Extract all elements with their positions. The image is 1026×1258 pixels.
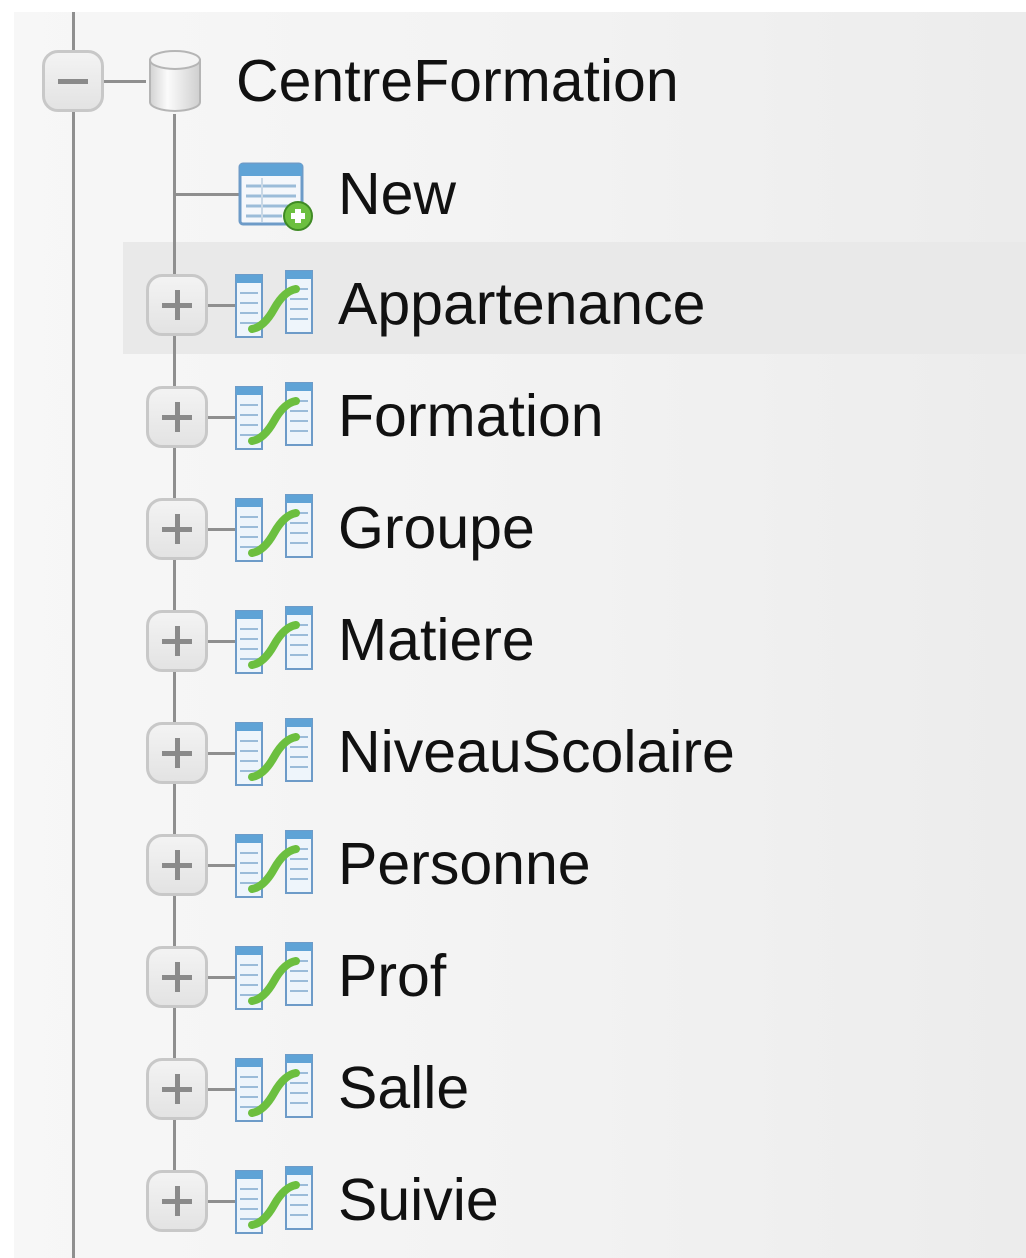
tree-connector — [208, 528, 236, 531]
plus-icon-vertical — [175, 738, 180, 768]
plus-icon-vertical — [175, 1186, 180, 1216]
plus-icon-vertical — [175, 514, 180, 544]
tree-connector — [208, 976, 236, 979]
expand-toggle[interactable] — [146, 498, 208, 560]
collapse-toggle[interactable] — [42, 50, 104, 112]
tree-node-label: Prof — [338, 943, 447, 1009]
table-relation-icon — [235, 942, 313, 1010]
tree-node-label: Appartenance — [338, 271, 706, 337]
tree-node-label: Matiere — [338, 607, 535, 673]
tree-connector — [208, 640, 236, 643]
table-relation-icon — [235, 1054, 313, 1122]
tree-connector — [208, 1200, 236, 1203]
tree-node-label: Groupe — [338, 495, 535, 561]
tree-node-label: New — [338, 161, 457, 227]
tree-node-label: Personne — [338, 831, 591, 897]
plus-icon-vertical — [175, 962, 180, 992]
tree-connector — [173, 193, 239, 196]
expand-toggle[interactable] — [146, 610, 208, 672]
table-relation-icon — [235, 830, 313, 898]
tree-connector — [208, 864, 236, 867]
expand-toggle[interactable] — [146, 722, 208, 784]
tree-connector — [208, 752, 236, 755]
plus-icon-vertical — [175, 402, 180, 432]
plus-icon-vertical — [175, 850, 180, 880]
table-relation-icon — [235, 718, 313, 786]
table-relation-icon — [235, 1166, 313, 1234]
expand-toggle[interactable] — [146, 946, 208, 1008]
expand-toggle[interactable] — [146, 834, 208, 896]
tree-connector — [208, 304, 236, 307]
tree-connector — [208, 1088, 236, 1091]
database-icon — [149, 50, 201, 112]
plus-icon-vertical — [175, 626, 180, 656]
tree-node-label: NiveauScolaire — [338, 719, 735, 785]
new-table-icon — [238, 162, 313, 231]
plus-icon-vertical — [175, 1074, 180, 1104]
tree-connector — [104, 80, 146, 83]
expand-toggle[interactable] — [146, 1058, 208, 1120]
minus-icon — [58, 79, 88, 84]
expand-toggle[interactable] — [146, 386, 208, 448]
plus-icon-vertical — [175, 290, 180, 320]
tree-node-label: Formation — [338, 383, 604, 449]
tree-node-label: Salle — [338, 1055, 470, 1121]
table-relation-icon — [235, 494, 313, 562]
tree-node-label: Suivie — [338, 1167, 499, 1233]
expand-toggle[interactable] — [146, 1170, 208, 1232]
table-relation-icon — [235, 606, 313, 674]
tree-connector-outer — [72, 12, 75, 1258]
tree-node-label: CentreFormation — [236, 48, 679, 114]
tree-connector — [208, 416, 236, 419]
table-relation-icon — [235, 382, 313, 450]
expand-toggle[interactable] — [146, 274, 208, 336]
table-relation-icon — [235, 270, 313, 338]
